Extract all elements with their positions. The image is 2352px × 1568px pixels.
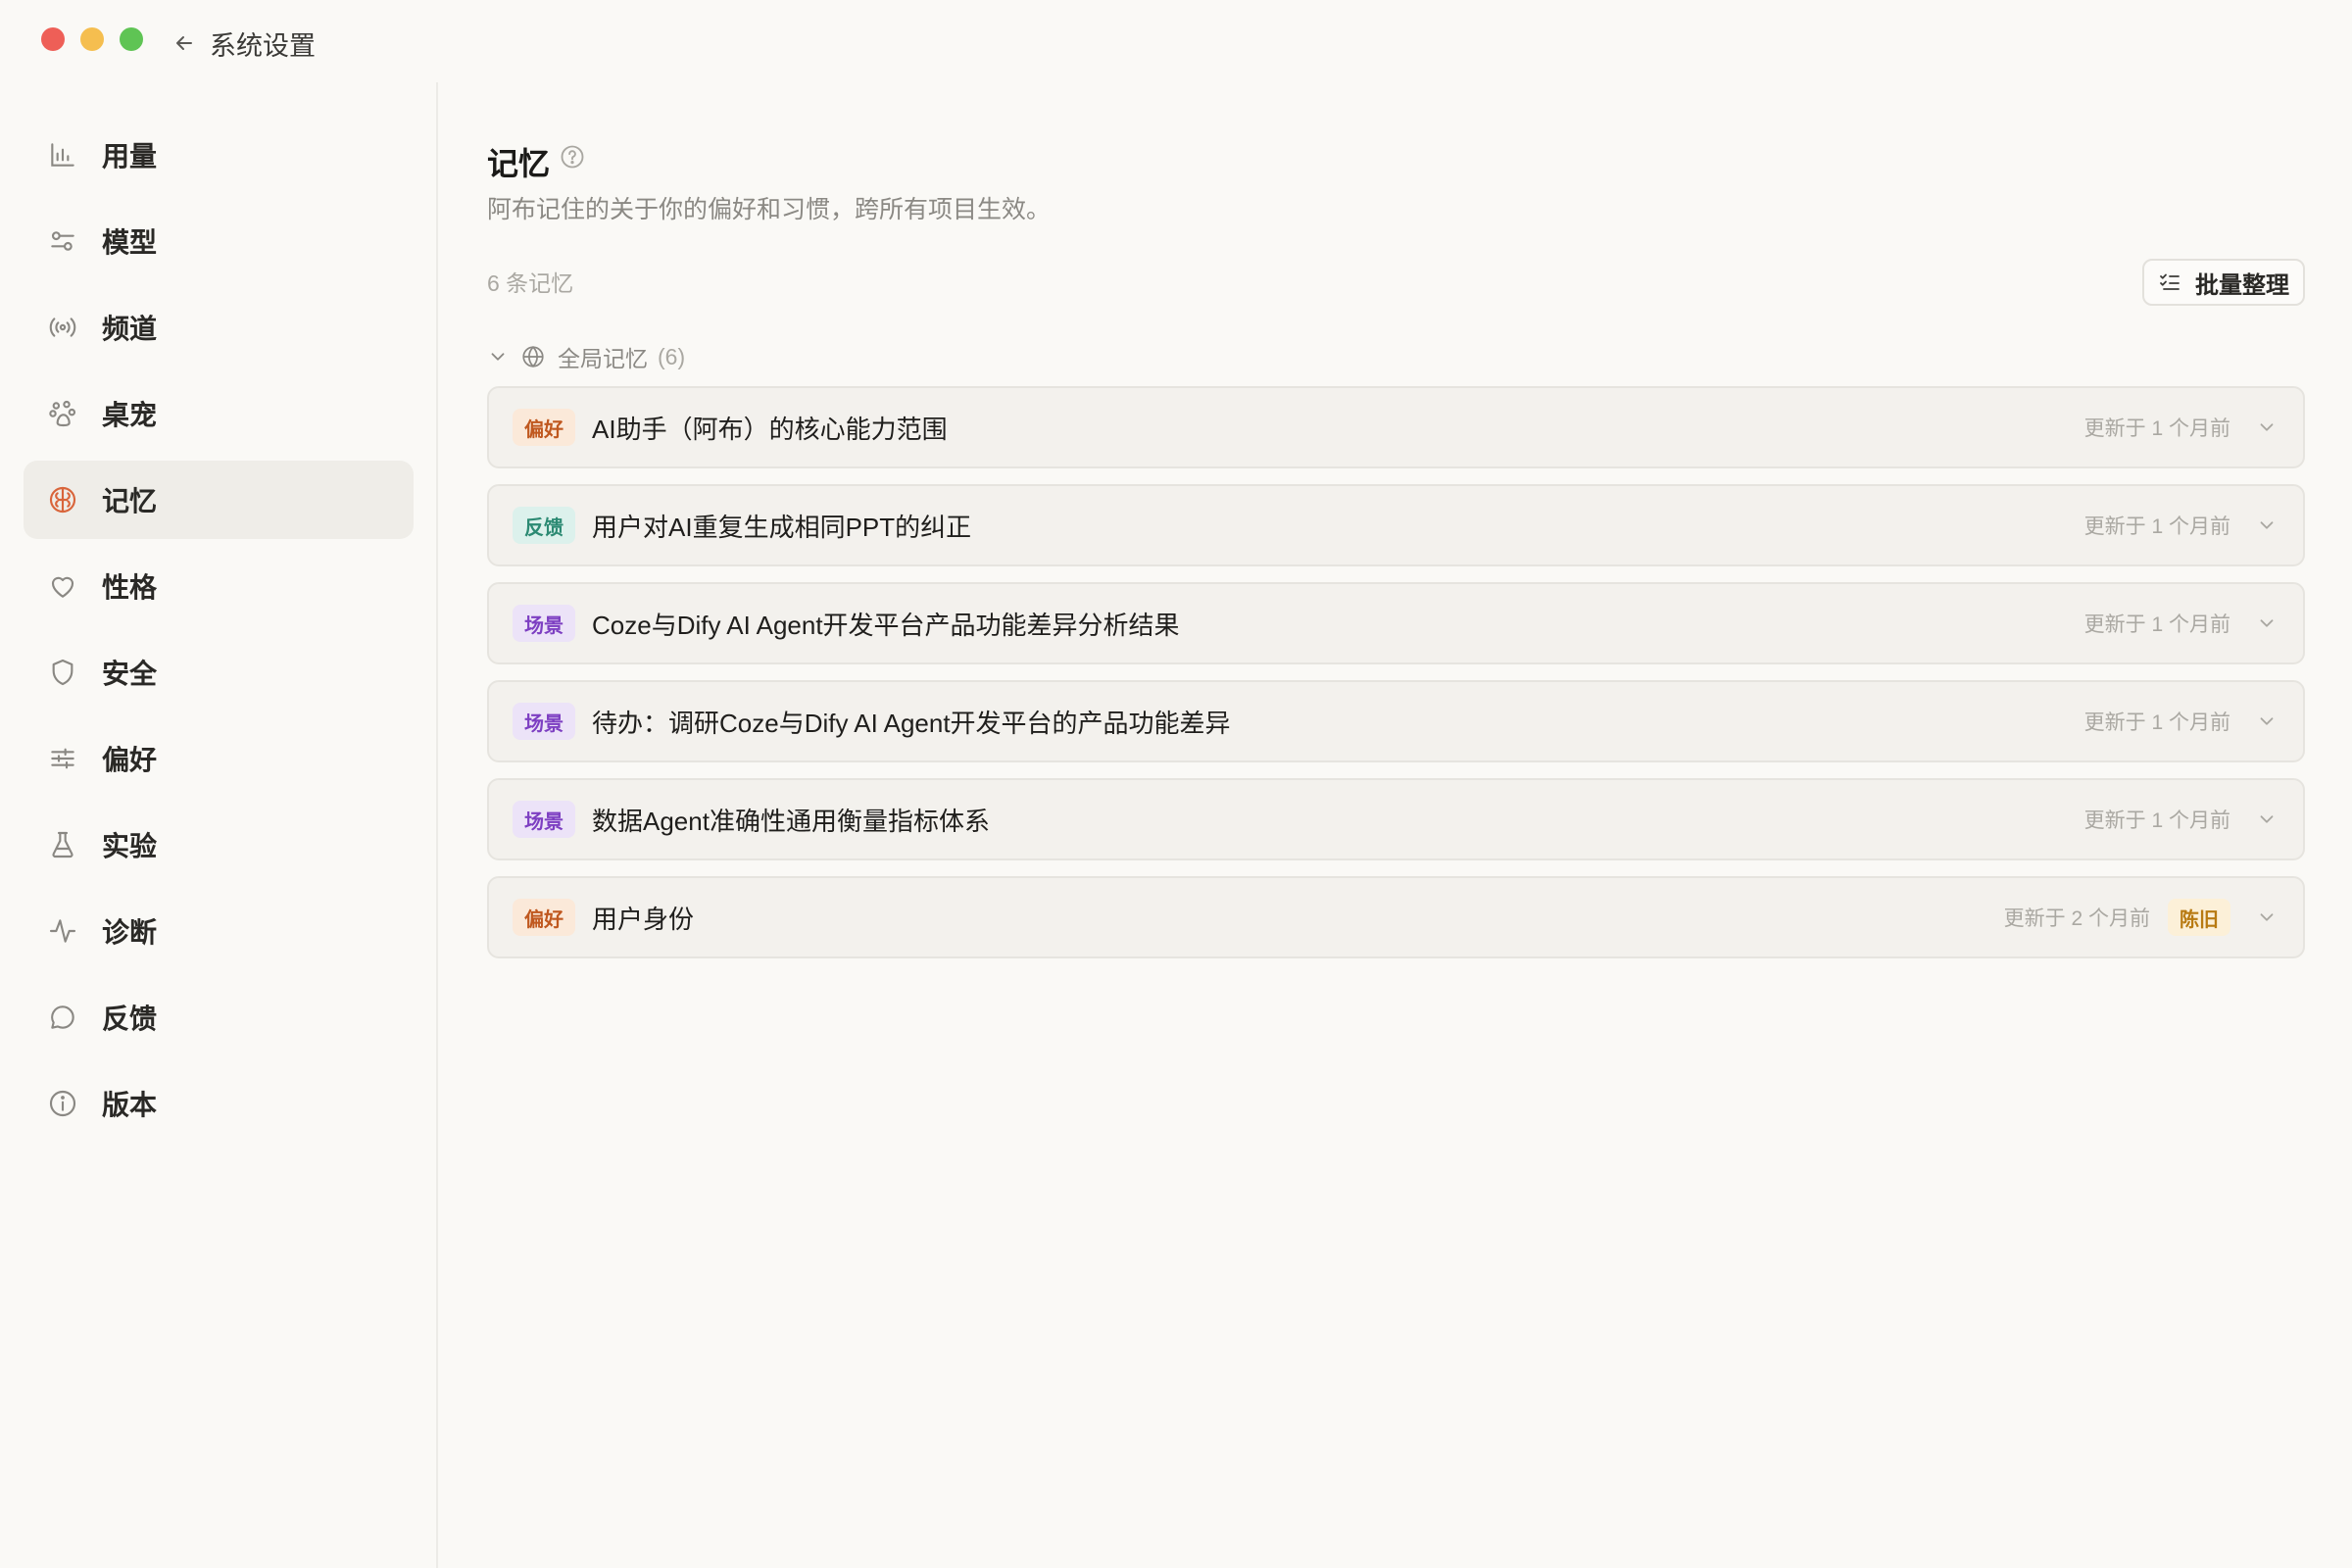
memory-updated: 更新于 2 个月前 [2003, 907, 2150, 930]
sidebar-item-version[interactable]: 版本 [24, 1064, 414, 1143]
memory-updated: 更新于 1 个月前 [2083, 417, 2230, 440]
title-bar: 系统设置 [0, 0, 2352, 82]
sidebar-item-diagnostics[interactable]: 诊断 [24, 892, 414, 970]
sidebar-item-personality[interactable]: 性格 [24, 547, 414, 625]
broadcast-icon [49, 318, 76, 337]
sidebar-item-model[interactable]: 模型 [24, 202, 414, 280]
sidebar-item-label: 用量 [102, 141, 158, 172]
paw-icon [49, 400, 76, 427]
memory-title: Coze与Dify AI Agent开发平台产品功能差异分析结果 [592, 610, 1180, 640]
memory-tag: 场景 [513, 801, 575, 838]
globe-icon [522, 346, 544, 368]
settings-window: 系统设置 用量 模型 频道 桌宠 记忆 性格 安全 偏好 实验 诊断 反馈 版本… [0, 0, 2352, 1568]
memory-item[interactable]: 场景 数据Agent准确性通用衡量指标体系 更新于 1 个月前 [487, 778, 2305, 860]
sidebar-item-feedback[interactable]: 反馈 [24, 978, 414, 1056]
chevron-down-icon[interactable] [2256, 710, 2278, 732]
chevron-down-icon[interactable] [2256, 514, 2278, 536]
memory-item[interactable]: 偏好 用户身份 更新于 2 个月前 陈旧 [487, 876, 2305, 958]
group-label: 全局记忆 [558, 346, 648, 371]
sidebar-item-label: 安全 [102, 659, 158, 689]
window-maximize-button[interactable] [120, 27, 143, 51]
back-button[interactable]: 系统设置 [172, 24, 316, 63]
activity-icon [49, 919, 76, 943]
memory-updated: 更新于 1 个月前 [2083, 711, 2230, 734]
sidebar-item-experiments[interactable]: 实验 [24, 806, 414, 884]
adjustments-icon [51, 748, 74, 769]
memory-title: 数据Agent准确性通用衡量指标体系 [592, 806, 990, 836]
sidebar-item-label: 诊断 [102, 917, 158, 948]
sidebar-item-channel[interactable]: 频道 [24, 288, 414, 367]
memory-item[interactable]: 场景 Coze与Dify AI Agent开发平台产品功能差异分析结果 更新于 … [487, 582, 2305, 664]
memory-updated: 更新于 1 个月前 [2083, 809, 2230, 832]
memory-title: 用户身份 [592, 904, 695, 934]
back-button-label: 系统设置 [210, 30, 316, 61]
sidebar-item-label: 桌宠 [102, 400, 158, 430]
brain-icon [49, 486, 76, 514]
memory-list: 偏好 AI助手（阿布）的核心能力范围 更新于 1 个月前 反馈 用户对AI重复生… [487, 386, 2305, 974]
window-minimize-button[interactable] [80, 27, 104, 51]
bar-chart-icon [51, 143, 74, 167]
sidebar-item-label: 记忆 [102, 486, 158, 516]
memory-tag: 场景 [513, 605, 575, 642]
memory-tag: 偏好 [513, 899, 575, 936]
memory-item[interactable]: 场景 待办：调研Coze与Dify AI Agent开发平台的产品功能差异 更新… [487, 680, 2305, 762]
chevron-down-icon [491, 353, 505, 361]
sidebar-item-memory[interactable]: 记忆 [24, 461, 414, 539]
batch-organize-button[interactable]: 批量整理 [2142, 259, 2305, 306]
memory-count: 6 条记忆 [487, 270, 574, 296]
sidebar-item-usage[interactable]: 用量 [24, 116, 414, 194]
arrow-left-icon [176, 36, 192, 50]
memory-tag: 场景 [513, 703, 575, 740]
checklist-icon [2160, 273, 2180, 290]
memory-title: AI助手（阿布）的核心能力范围 [592, 414, 948, 444]
sidebar-item-label: 版本 [102, 1090, 158, 1120]
page-subtitle: 阿布记住的关于你的偏好和习惯，跨所有项目生效。 [487, 196, 1052, 223]
chevron-down-icon[interactable] [2256, 906, 2278, 928]
memory-tag: 反馈 [513, 507, 575, 544]
stale-badge: 陈旧 [2168, 899, 2230, 936]
help-icon[interactable] [559, 143, 586, 171]
sidebar-item-label: 偏好 [102, 745, 158, 775]
group-count: (6) [658, 343, 686, 369]
memory-updated: 更新于 1 个月前 [2083, 613, 2230, 636]
shield-icon [52, 659, 74, 686]
sidebar-item-pet[interactable]: 桌宠 [24, 374, 414, 453]
chevron-down-icon[interactable] [2256, 612, 2278, 634]
page-title: 记忆 [487, 146, 551, 181]
global-memory-group-toggle[interactable]: 全局记忆 (6) [487, 339, 685, 374]
sidebar-item-security[interactable]: 安全 [24, 633, 414, 711]
heart-icon [51, 576, 74, 598]
sidebar-item-label: 实验 [102, 831, 158, 861]
info-icon [49, 1090, 76, 1117]
chevron-down-icon[interactable] [2256, 808, 2278, 830]
sliders-toggle-icon [51, 231, 74, 251]
memory-updated: 更新于 1 个月前 [2083, 515, 2230, 538]
sidebar-item-label: 频道 [102, 314, 158, 344]
sidebar-item-label: 模型 [102, 227, 158, 258]
chat-bubble-icon [51, 1005, 74, 1029]
memory-item[interactable]: 反馈 用户对AI重复生成相同PPT的纠正 更新于 1 个月前 [487, 484, 2305, 566]
memory-title: 用户对AI重复生成相同PPT的纠正 [592, 512, 972, 542]
sidebar-item-preferences[interactable]: 偏好 [24, 719, 414, 798]
window-close-button[interactable] [41, 27, 65, 51]
sidebar: 用量 模型 频道 桌宠 记忆 性格 安全 偏好 实验 诊断 反馈 版本 [0, 82, 438, 1568]
memory-tag: 偏好 [513, 409, 575, 446]
memory-panel: 记忆 阿布记住的关于你的偏好和习惯，跨所有项目生效。 6 条记忆 批量整理 全局… [487, 82, 2305, 1568]
flask-icon [52, 831, 74, 858]
chevron-down-icon[interactable] [2256, 416, 2278, 438]
memory-title: 待办：调研Coze与Dify AI Agent开发平台的产品功能差异 [592, 708, 1231, 738]
sidebar-item-label: 性格 [102, 572, 158, 603]
memory-item[interactable]: 偏好 AI助手（阿布）的核心能力范围 更新于 1 个月前 [487, 386, 2305, 468]
batch-organize-label: 批量整理 [2195, 271, 2289, 299]
sidebar-item-label: 反馈 [102, 1004, 158, 1034]
